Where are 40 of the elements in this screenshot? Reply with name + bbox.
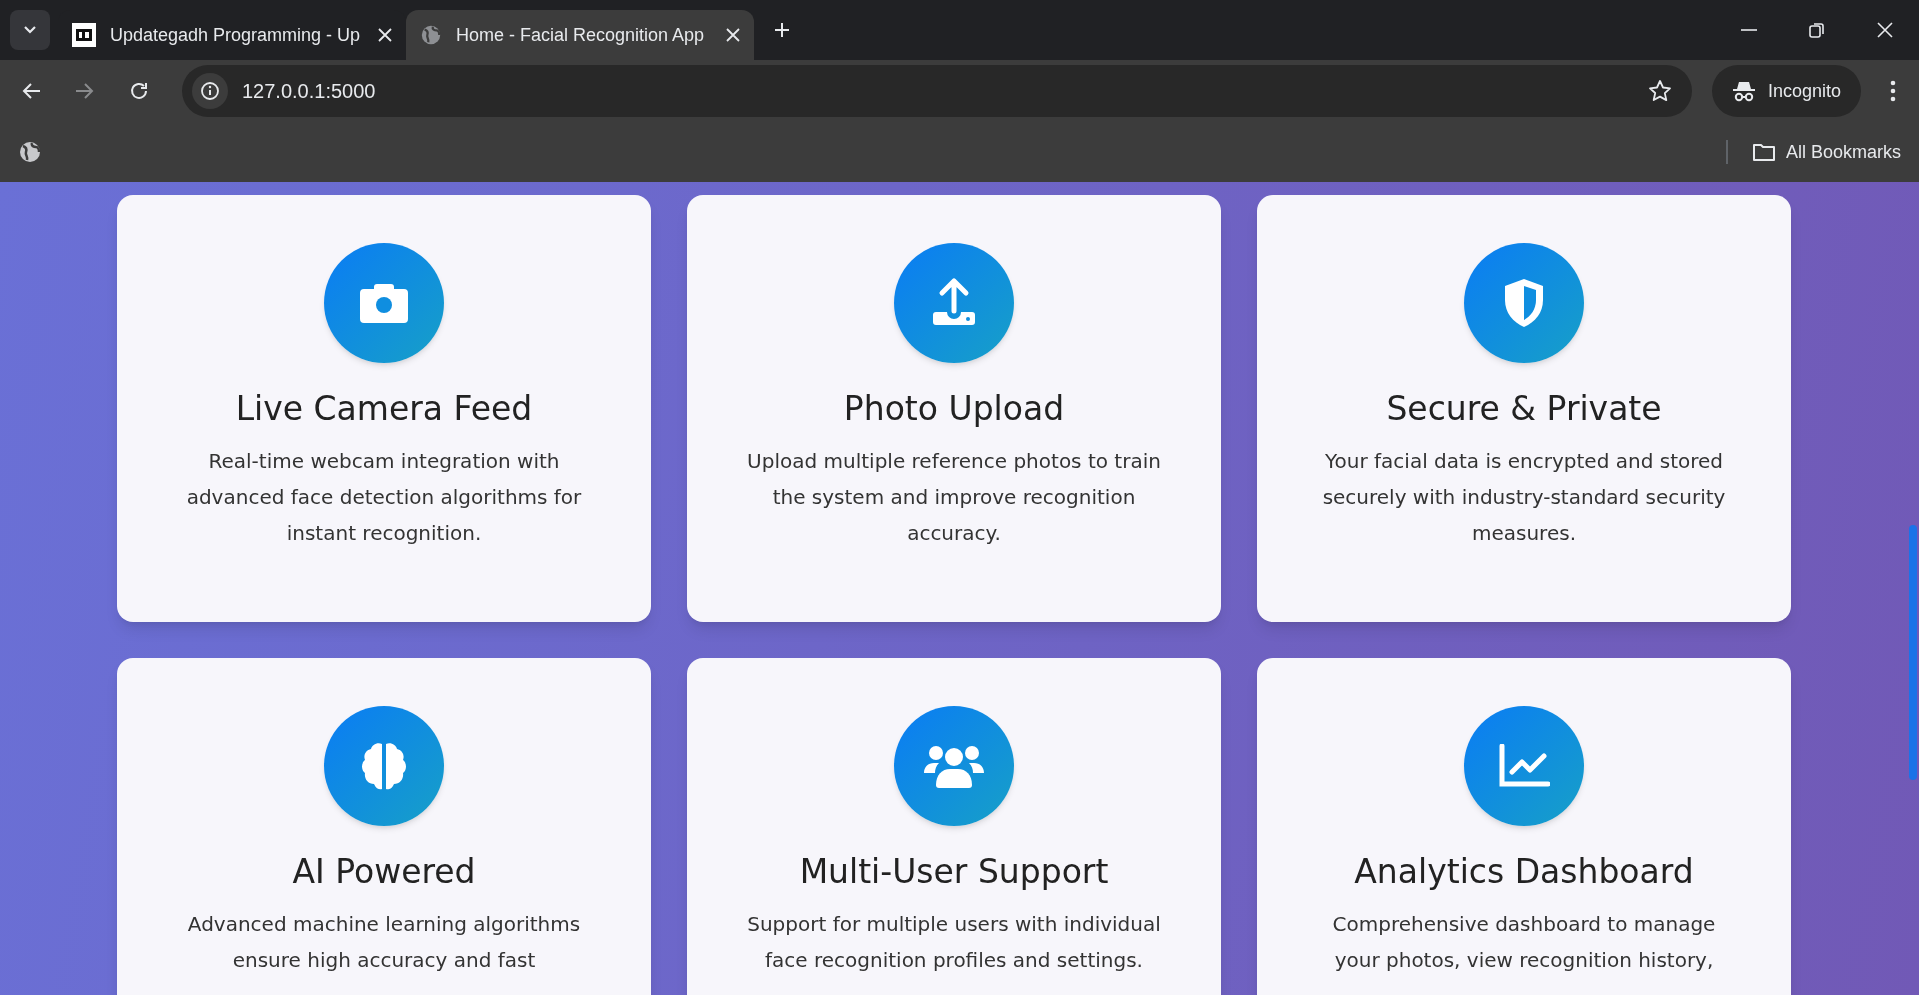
- feature-title: Secure & Private: [1386, 388, 1662, 430]
- address-bar[interactable]: 127.0.0.1:5000: [182, 65, 1692, 117]
- minimize-icon: [1741, 29, 1757, 31]
- incognito-button[interactable]: Incognito: [1711, 65, 1861, 117]
- feature-description: Support for multiple users with individual face recognition profiles and settings.: [746, 911, 1162, 974]
- close-tab-icon[interactable]: [378, 28, 392, 42]
- site-info-icon[interactable]: [192, 73, 228, 109]
- forward-arrow-icon: [75, 82, 95, 100]
- browser-tab[interactable]: Home - Facial Recognition App: [406, 10, 754, 60]
- feature-title: Multi-User Support: [799, 851, 1109, 893]
- reload-icon: [129, 81, 149, 101]
- brain-icon: [359, 740, 409, 792]
- site-logo-icon: [72, 23, 96, 47]
- globe-icon[interactable]: [18, 140, 42, 164]
- feature-description: Upload multiple reference photos to train the system and improve recognition accuracy.: [746, 448, 1162, 547]
- folder-icon: [1751, 142, 1776, 162]
- back-arrow-icon: [21, 82, 41, 100]
- globe-icon: [420, 24, 442, 46]
- scrollbar-thumb[interactable]: [1909, 525, 1917, 780]
- close-icon: [1877, 22, 1893, 38]
- feature-description: Comprehensive dashboard to manage your photos, view recognition history,: [1331, 911, 1717, 974]
- star-icon[interactable]: [1647, 79, 1672, 103]
- restore-icon: [1809, 22, 1825, 38]
- close-tab-icon[interactable]: [726, 28, 740, 42]
- menu-icon: [1890, 80, 1896, 102]
- all-bookmarks-button[interactable]: All Bookmarks: [1751, 138, 1901, 166]
- feature-title: Live Camera Feed: [235, 388, 533, 430]
- feature-title: Photo Upload: [843, 388, 1065, 430]
- line-chart-icon: [1498, 744, 1550, 788]
- plus-icon: [773, 21, 791, 39]
- feature-description: Advanced machine learning algorithms ensure high accuracy and fast: [186, 911, 582, 974]
- feature-description: Real-time webcam integration with advanced face detection algorithms for instant recognition.: [185, 448, 583, 547]
- camera-icon: [358, 281, 410, 325]
- incognito-icon: [1731, 80, 1756, 102]
- url-text: 127.0.0.1:5000: [242, 79, 376, 104]
- feature-title: Analytics Dashboard: [1354, 851, 1694, 893]
- users-icon: [922, 743, 986, 789]
- feature-title: AI Powered: [292, 851, 476, 893]
- chevron-down-icon: [23, 25, 37, 35]
- feature-description: Your facial data is encrypted and stored securely with industry-standard security measures.: [1321, 448, 1727, 547]
